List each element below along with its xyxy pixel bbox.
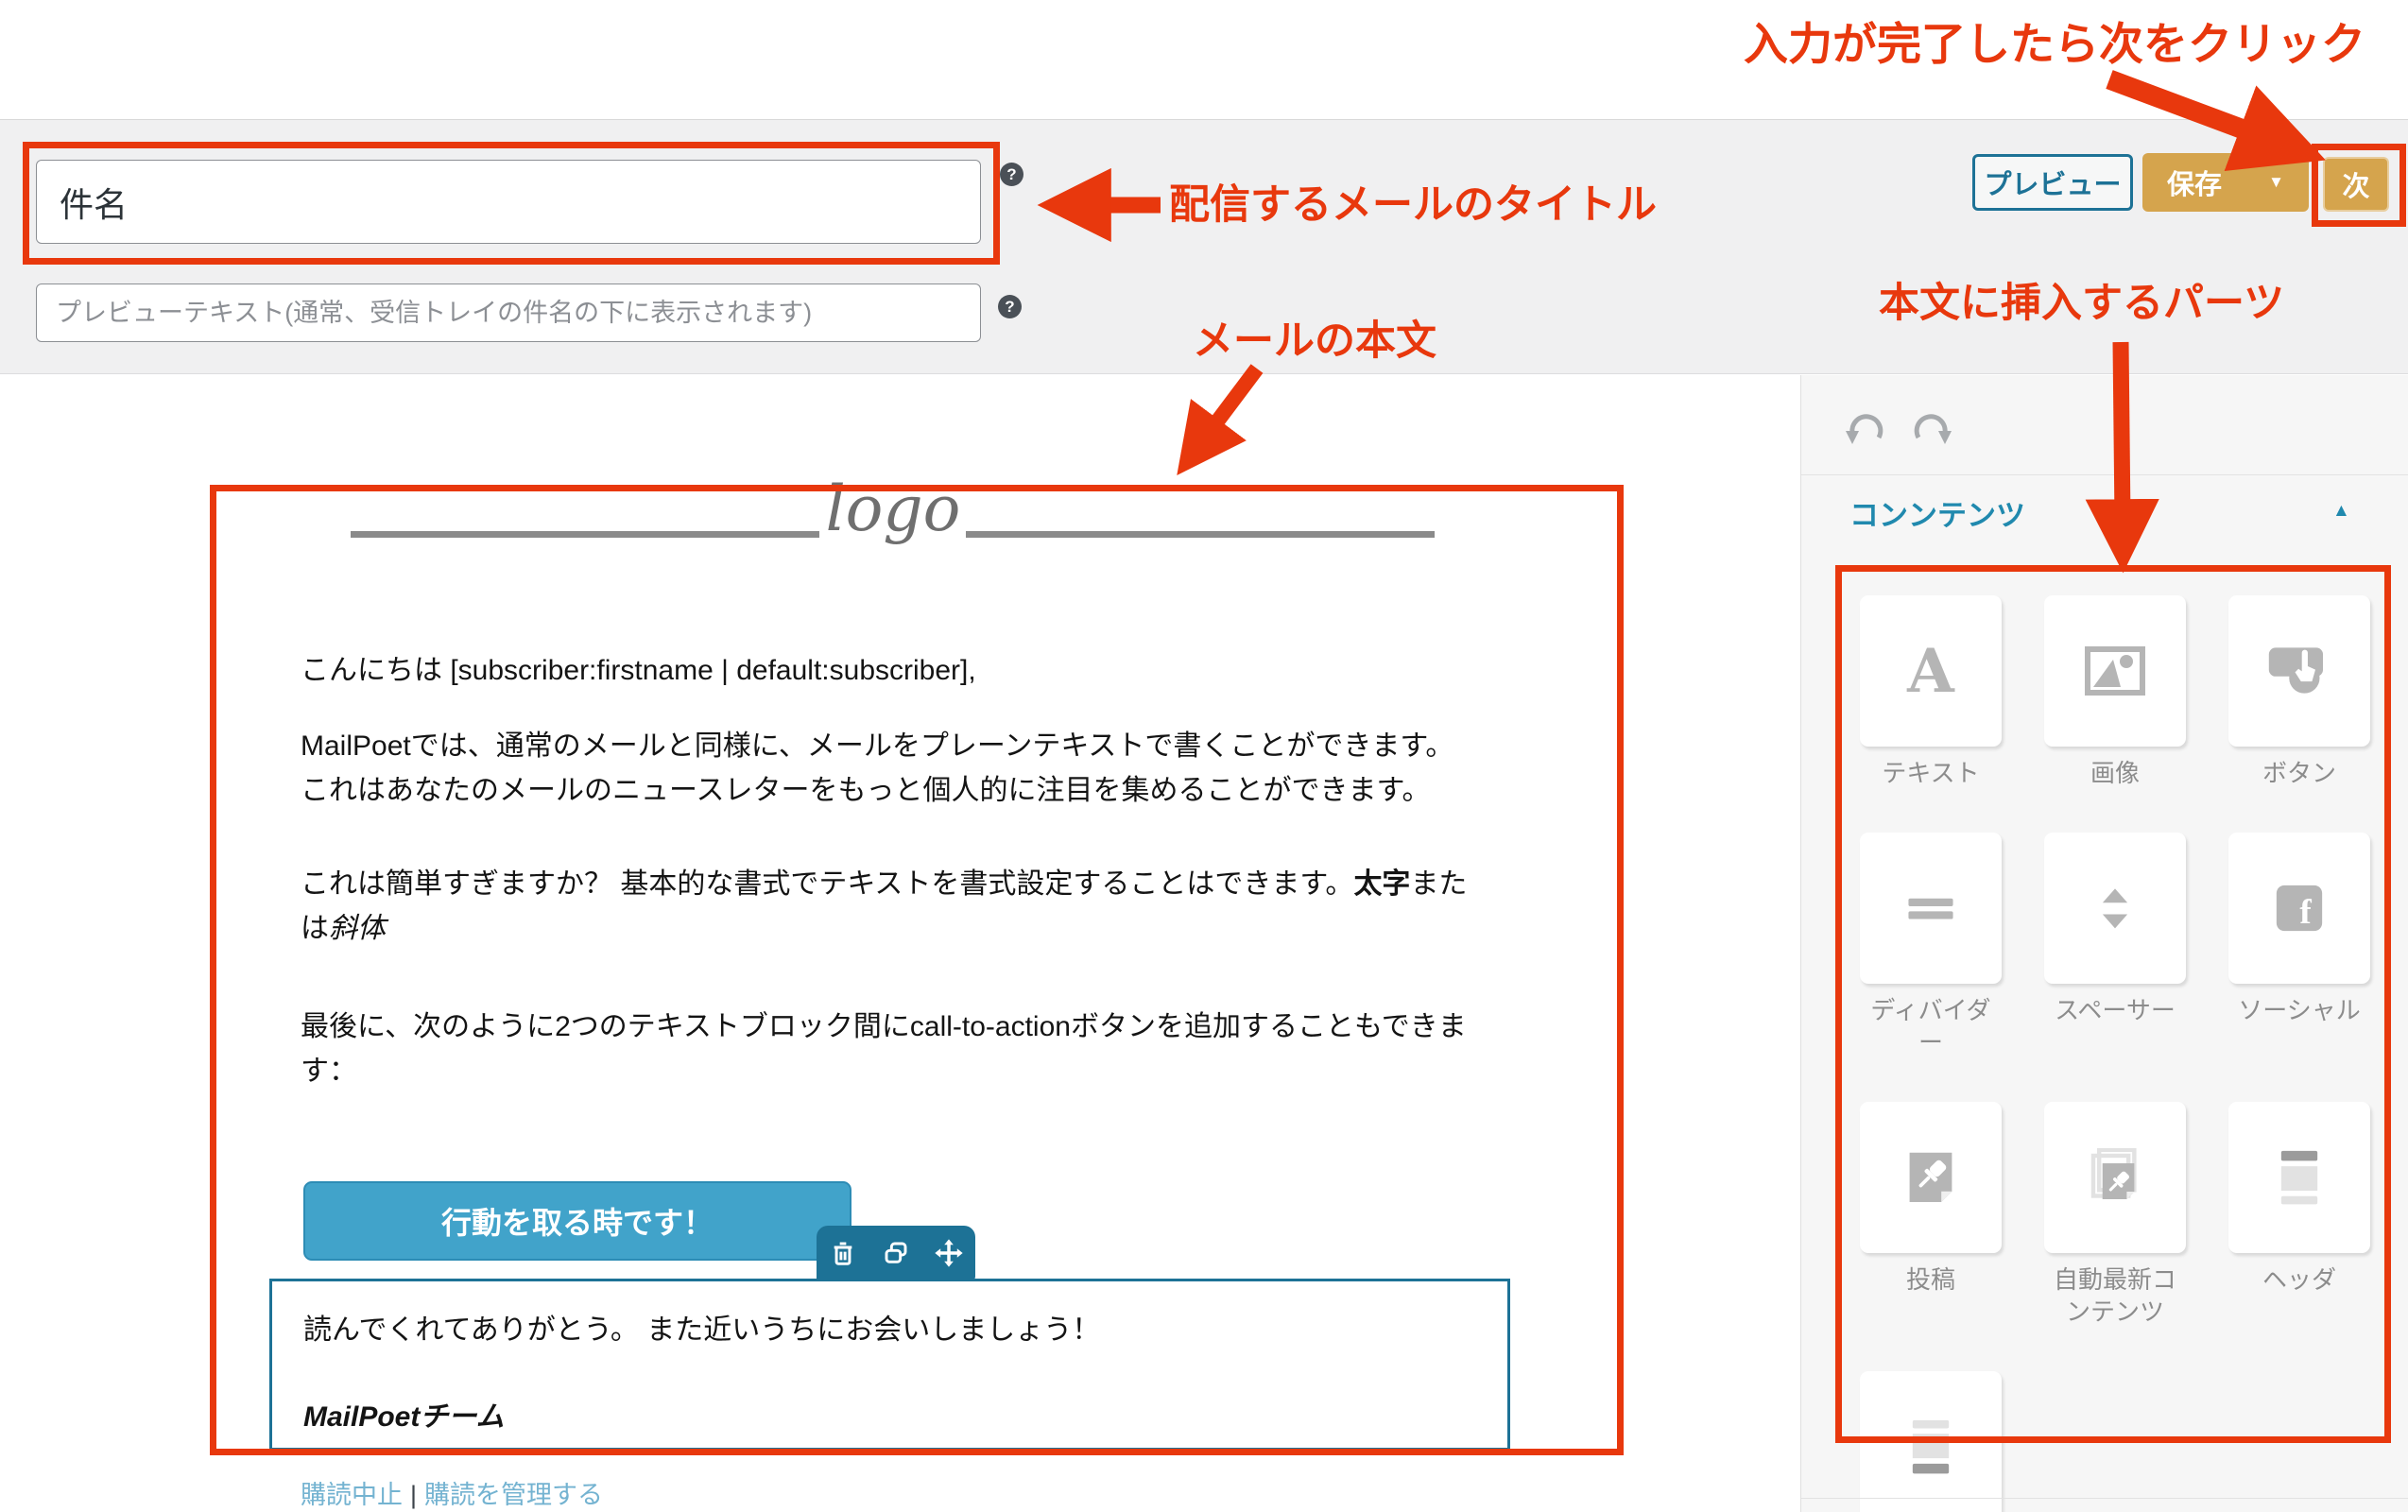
footer-links: 購読中止|購読を管理する: [301, 1474, 603, 1511]
duplicate-icon[interactable]: [881, 1238, 911, 1268]
closing-text: 読んでくれてありがとう。 また近いうちにお会いしましょう！: [303, 1306, 1100, 1348]
email-paragraph[interactable]: MailPoetでは、通常のメールと同様に、メールをプレーンテキストで書くことが…: [301, 724, 1501, 813]
block-toolbar: [817, 1226, 975, 1280]
signature-text: MailPoetチーム: [303, 1393, 504, 1435]
automatic-latest-content-icon: [2086, 1148, 2144, 1207]
svg-text:f: f: [2299, 893, 2312, 932]
content-block-card[interactable]: [1860, 1371, 2002, 1512]
content-block-cell: フッタ: [1860, 1371, 2002, 1512]
help-icon[interactable]: ?: [1000, 163, 1023, 186]
content-block-cell: 自動最新コンテンツ: [2044, 1102, 2186, 1328]
chevron-down-icon[interactable]: ▼: [2268, 173, 2284, 192]
annotation-parts-label: 本文に挿入するパーツ: [1879, 270, 2284, 329]
content-blocks-grid: A テキスト 画像 ボタンディバイダー スペーサー f ソーシャル投稿 自動最新コンテンツ ヘッ…: [1860, 595, 2370, 1512]
button-icon: [2267, 643, 2331, 698]
annotation-click-next: 入力が完了したら次をクリック: [1744, 8, 2365, 73]
save-button[interactable]: 保存 ▼: [2142, 153, 2309, 212]
content-block-label: 投稿: [1906, 1263, 1955, 1296]
social-facebook-icon: f: [2275, 884, 2324, 933]
image-icon: [2085, 646, 2145, 696]
email-greeting-paragraph[interactable]: こんにちは [subscriber:firstname | default:su…: [301, 648, 1501, 693]
link-separator: |: [403, 1481, 424, 1509]
header-block-icon: [2278, 1148, 2321, 1206]
cta-button-block[interactable]: 行動を取る時です！: [303, 1181, 851, 1261]
content-block-card[interactable]: [2044, 833, 2186, 984]
content-block-card[interactable]: [1860, 1102, 2002, 1253]
closing-text-block[interactable]: 読んでくれてありがとう。 また近いうちにお会いしましょう！ MailPoetチー…: [269, 1279, 1510, 1451]
logo-divider-line: [351, 531, 819, 538]
content-block-card[interactable]: [2044, 1102, 2186, 1253]
annotation-subject-label: 配信するメールのタイトル: [1169, 172, 1657, 231]
collapse-triangle-icon[interactable]: ▲: [2332, 501, 2350, 522]
content-block-card[interactable]: [1860, 833, 2002, 984]
save-button-label: 保存: [2167, 163, 2222, 202]
content-block-card[interactable]: [2228, 1102, 2370, 1253]
content-block-label: ディバイダー: [1860, 994, 2002, 1058]
sidebar-divider: [1801, 474, 2408, 475]
content-block-label: ボタン: [2262, 757, 2336, 789]
footer-block-icon: [1909, 1418, 1952, 1475]
sidebar-divider: [1801, 1498, 2408, 1499]
annotation-body-label: メールの本文: [1193, 308, 1436, 367]
logo-divider-line: [966, 531, 1435, 538]
content-block-cell: ディバイダー: [1860, 833, 2002, 1058]
preview-button[interactable]: プレビュー: [1972, 154, 2133, 211]
text-icon: A: [1907, 636, 1954, 707]
spacer-icon: [2089, 885, 2141, 933]
italic-sample-text: 斜体: [329, 913, 386, 944]
content-block-cell: ヘッダ: [2228, 1102, 2370, 1328]
content-block-label: スペーサー: [2055, 994, 2176, 1026]
trash-icon[interactable]: [828, 1238, 858, 1268]
content-block-label: テキスト: [1882, 757, 1979, 789]
content-block-label: ヘッダ: [2262, 1263, 2336, 1296]
email-paragraph[interactable]: 最後に、次のように2つのテキストブロック間にcall-to-actionボタンを…: [301, 1005, 1501, 1093]
content-block-cell: スペーサー: [2044, 833, 2186, 1058]
content-block-card[interactable]: A: [1860, 595, 2002, 747]
email-paragraph[interactable]: これは簡単すぎますか？ 基本的な書式でテキストを書式設定することはできます。太字…: [301, 862, 1501, 951]
unsubscribe-link[interactable]: 購読中止: [301, 1481, 403, 1509]
content-block-card[interactable]: [2228, 595, 2370, 747]
content-block-card[interactable]: f: [2228, 833, 2370, 984]
content-block-cell: ボタン: [2228, 595, 2370, 789]
mailpoet-editor: 入力が完了したら次をクリック ? ? プレビュー 保存 ▼ 次 配信するメールの…: [0, 0, 2408, 1512]
paragraph-text: これは簡単すぎますか？ 基本的な書式でテキストを書式設定することはできます。: [301, 868, 1353, 900]
help-icon[interactable]: ?: [998, 295, 1022, 318]
content-block-label: 画像: [2090, 757, 2140, 789]
undo-icon[interactable]: [1841, 402, 1890, 449]
content-block-cell: f ソーシャル: [2228, 833, 2370, 1058]
next-button[interactable]: 次: [2323, 157, 2389, 212]
move-icon[interactable]: [934, 1238, 964, 1268]
redo-icon[interactable]: [1907, 402, 1956, 449]
content-block-cell: 投稿: [1860, 1102, 2002, 1328]
content-block-label: ソーシャル: [2238, 994, 2360, 1026]
subject-input[interactable]: [36, 160, 981, 244]
content-block-cell: A テキスト: [1860, 595, 2002, 789]
divider-icon: [1903, 887, 1958, 929]
content-block-cell: 画像: [2044, 595, 2186, 789]
content-panel-heading: コンンテンツ: [1849, 491, 2025, 534]
manage-subscription-link[interactable]: 購読を管理する: [424, 1481, 603, 1509]
bold-sample-text: 太字: [1353, 868, 1410, 900]
posts-icon: [1904, 1149, 1957, 1206]
content-block-label: 自動最新コンテンツ: [2044, 1263, 2186, 1328]
logo-text: logo: [813, 472, 973, 545]
content-block-card[interactable]: [2044, 595, 2186, 747]
preview-text-input[interactable]: [36, 284, 981, 342]
